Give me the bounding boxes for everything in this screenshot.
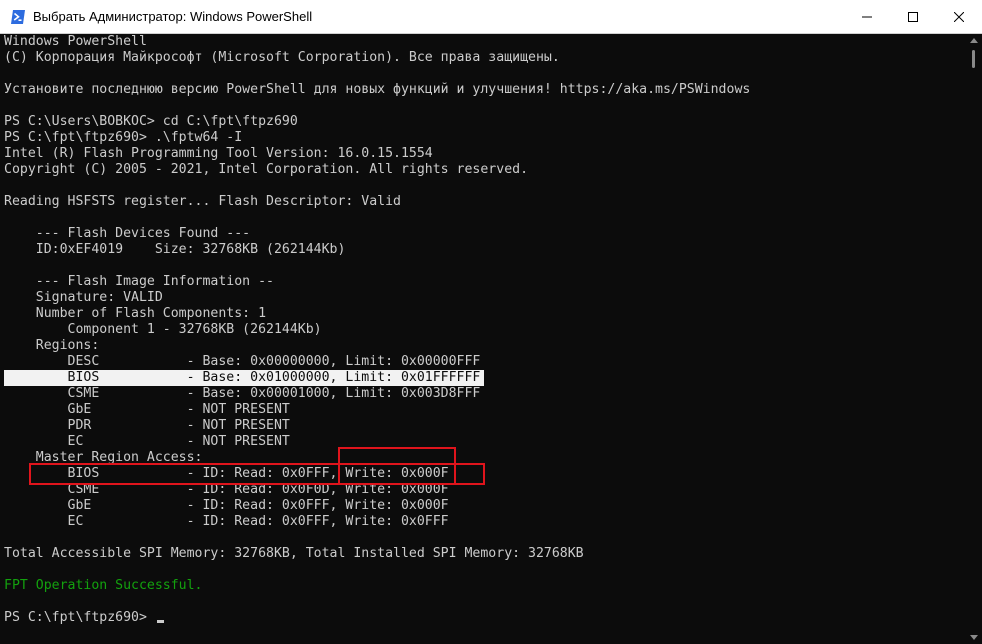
console-line: Intel (R) Flash Programming Tool Version… <box>4 146 433 161</box>
console-line: Number of Flash Components: 1 <box>4 306 267 321</box>
maximize-button[interactable] <box>890 0 936 34</box>
console-line: PS C:\Users\BOBKOC> cd C:\fpt\ftpz690 <box>4 114 298 129</box>
console-line: EC - NOT PRESENT <box>4 434 290 449</box>
console-line: Regions: <box>4 338 100 353</box>
console-line: Copyright (C) 2005 - 2021, Intel Corpora… <box>4 162 529 177</box>
console-line: Signature: VALID <box>4 290 163 305</box>
console-line: Windows PowerShell <box>4 34 147 49</box>
console-line: DESC - Base: 0x00000000, Limit: 0x00000F… <box>4 354 481 369</box>
console-line: --- Flash Devices Found --- <box>4 226 251 241</box>
console-line: Component 1 - 32768KB (262144Kb) <box>4 322 322 337</box>
console-output[interactable]: Windows PowerShell (C) Корпорация Майкро… <box>0 34 966 644</box>
write-access-highlight-box <box>338 447 456 485</box>
console-line: GbE - ID: Read: 0x0FFF, Write: 0x000F <box>4 498 449 513</box>
success-message: FPT Operation Successful. <box>4 578 203 593</box>
title-bar[interactable]: Выбрать Администратор: Windows PowerShel… <box>0 0 982 34</box>
minimize-button[interactable] <box>844 0 890 34</box>
console-line: PDR - NOT PRESENT <box>4 418 290 433</box>
close-icon <box>954 12 964 22</box>
console-line: Total Accessible SPI Memory: 32768KB, To… <box>4 546 584 561</box>
window-title: Выбрать Администратор: Windows PowerShel… <box>33 9 313 24</box>
vertical-scrollbar[interactable] <box>966 34 982 644</box>
console-line: GbE - NOT PRESENT <box>4 402 290 417</box>
console-line: PS C:\fpt\ftpz690> .\fptw64 -I <box>4 130 243 145</box>
console-line: Установите последнюю версию PowerShell д… <box>4 82 751 97</box>
selected-console-line[interactable]: BIOS - Base: 0x01000000, Limit: 0x01FFFF… <box>4 370 485 386</box>
console-line: (C) Корпорация Майкрософт (Microsoft Cor… <box>4 50 560 65</box>
console-line: Reading HSFSTS register... Flash Descrip… <box>4 194 401 209</box>
console-line: ID:0xEF4019 Size: 32768KB (262144Kb) <box>4 242 346 257</box>
console-line: CSME - Base: 0x00001000, Limit: 0x003D8F… <box>4 386 481 401</box>
console-line: --- Flash Image Information -- <box>4 274 274 289</box>
scroll-up-icon[interactable] <box>970 38 978 43</box>
close-button[interactable] <box>936 0 982 34</box>
scroll-thumb[interactable] <box>972 50 975 68</box>
console-line: EC - ID: Read: 0x0FFF, Write: 0x0FFF <box>4 514 449 529</box>
prompt-line[interactable]: PS C:\fpt\ftpz690> <box>4 610 164 626</box>
prompt-text: PS C:\fpt\ftpz690> <box>4 610 155 625</box>
minimize-icon <box>862 16 872 18</box>
text-cursor <box>156 620 164 623</box>
scroll-down-icon[interactable] <box>970 635 978 640</box>
maximize-icon <box>908 12 918 22</box>
powershell-icon[interactable] <box>10 9 26 25</box>
